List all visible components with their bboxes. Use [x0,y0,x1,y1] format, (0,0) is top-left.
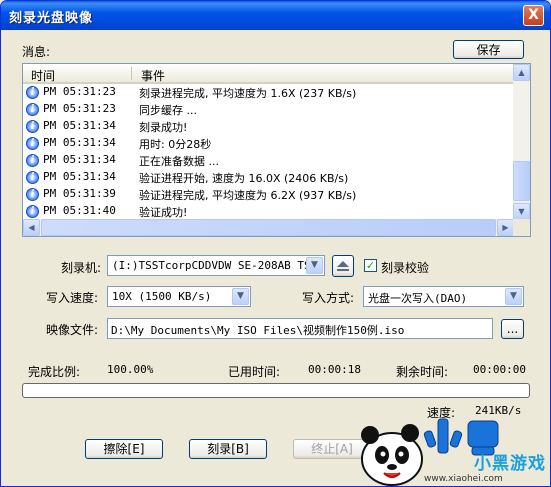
vertical-scroll-thumb[interactable] [513,161,530,201]
message-event: 刻录进程完成, 平均速度为 1.6X (237 KB/s) [139,87,357,100]
message-list[interactable]: 时间 事件 i PM 05:31:23 刻录进程完成, 平均速度为 1.6X (23… [22,63,531,237]
info-icon: i [26,137,39,150]
eject-icon [337,261,349,271]
verify-checkbox[interactable]: ✓ [364,259,377,272]
image-file-field[interactable]: D:\My Documents\My ISO Files\视频制作150例.is… [107,318,493,339]
message-time: PM 05:31:34 [43,170,116,183]
browse-button[interactable]: ... [501,319,524,339]
message-time: PM 05:31:40 [43,204,116,217]
message-event: 用时: 0分28秒 [139,138,212,151]
list-item[interactable]: i PM 05:31:23 刻录进程完成, 平均速度为 1.6X (237 KB/s… [23,84,514,101]
list-item[interactable]: i PM 05:31:40 验证成功! [23,203,514,220]
list-header: 时间 事件 [23,64,514,84]
burn-button[interactable]: 刻录[B] [189,439,267,459]
info-icon: i [26,188,39,201]
eject-button[interactable] [332,255,354,277]
message-event: 验证进程完成, 平均速度为 6.2X (937 KB/s) [139,189,357,202]
complete-ratio-label: 完成比例: [28,365,81,379]
info-icon: i [26,103,39,116]
info-icon: i [26,171,39,184]
burner-value: (I:)TSSTcorpCDDVDW SE-208AB TS03 [112,259,306,272]
image-file-label: 映像文件: [46,323,99,337]
message-event: 验证进程开始, 速度为 16.0X (2406 KB/s) [139,172,349,185]
burn-image-dialog: 刻录光盘映像 X 消息: 保存 时间 事件 i PM 05:31:23 刻录进程完成… [0,0,551,487]
list-item[interactable]: i PM 05:31:34 刻录成功! [23,118,514,135]
message-event: 正在准备数据 ... [139,155,219,168]
window-title: 刻录光盘映像 [9,11,94,26]
column-event[interactable]: 事件 [141,67,165,84]
verify-label[interactable]: 刻录校验 [381,259,429,276]
message-event: 验证成功! [139,206,188,219]
burner-label: 刻录机: [61,261,102,275]
list-item[interactable]: i PM 05:31:23 同步缓存 ... [23,101,514,118]
watermark-url: www.xiaohei.com [424,474,503,484]
complete-ratio-value: 100.00% [107,363,154,376]
message-time: PM 05:31:23 [43,85,116,98]
message-time: PM 05:31:34 [43,119,116,132]
chevron-down-icon[interactable]: ▼ [232,288,249,305]
speed-select[interactable]: 10X (1500 KB/s) ▼ [107,286,251,307]
message-time: PM 05:31:23 [43,102,116,115]
speed-value: 10X (1500 KB/s) [112,290,212,303]
message-event: 刻录成功! [139,121,188,134]
column-divider[interactable] [131,67,132,80]
message-time: PM 05:31:34 [43,153,116,166]
vertical-scrollbar[interactable]: ▲ ▼ [513,64,530,220]
column-time[interactable]: 时间 [31,67,55,84]
list-item[interactable]: i PM 05:31:34 验证进程开始, 速度为 16.0X (2406 KB/s… [23,169,514,186]
info-icon: i [26,120,39,133]
info-icon: i [26,154,39,167]
list-item[interactable]: i PM 05:31:34 正在准备数据 ... [23,152,514,169]
scroll-right-icon[interactable]: ▶ [497,219,514,236]
watermark-logo: 小黑游戏 www.xiaohei.com [356,413,550,486]
write-mode-select[interactable]: 光盘一次写入(DAO) ▼ [363,286,524,307]
elapsed-time-value: 00:00:18 [308,363,361,376]
message-event: 同步缓存 ... [139,104,197,117]
write-mode-value: 光盘一次写入(DAO) [368,292,468,305]
message-rows: i PM 05:31:23 刻录进程完成, 平均速度为 1.6X (237 KB/s… [23,84,514,220]
elapsed-time-label: 已用时间: [228,365,281,379]
info-icon: i [26,86,39,99]
message-time: PM 05:31:34 [43,136,116,149]
chevron-down-icon[interactable]: ▼ [306,257,323,274]
scroll-left-icon[interactable]: ◀ [23,219,40,236]
burner-select[interactable]: (I:)TSSTcorpCDDVDW SE-208AB TS03 ▼ [107,255,325,276]
write-mode-label: 写入方式: [302,291,355,305]
scroll-up-icon[interactable]: ▲ [513,64,530,81]
close-button[interactable]: X [523,5,544,26]
image-file-value: D:\My Documents\My ISO Files\视频制作150例.is… [111,324,405,337]
remaining-time-value: 00:00:00 [473,363,526,376]
title-bar[interactable]: 刻录光盘映像 X [1,1,550,30]
progress-bar [22,383,530,398]
horizontal-scrollbar[interactable]: ◀ ▶ [23,219,514,236]
list-item[interactable]: i PM 05:31:34 用时: 0分28秒 [23,135,514,152]
remaining-time-label: 剩余时间: [396,365,449,379]
horizontal-scroll-thumb[interactable] [41,219,496,236]
watermark-brand: 小黑游戏 [474,454,546,474]
info-icon: i [26,205,39,218]
chevron-down-icon[interactable]: ▼ [505,288,522,305]
scroll-corner [513,219,530,236]
message-time: PM 05:31:39 [43,187,116,200]
scroll-down-icon[interactable]: ▼ [513,203,530,220]
speed-label: 写入速度: [46,291,99,305]
save-button[interactable]: 保存 [453,40,524,59]
list-item[interactable]: i PM 05:31:39 验证进程完成, 平均速度为 6.2X (937 KB/s… [23,186,514,203]
erase-button[interactable]: 擦除[E] [85,439,163,459]
messages-label: 消息: [22,45,51,59]
